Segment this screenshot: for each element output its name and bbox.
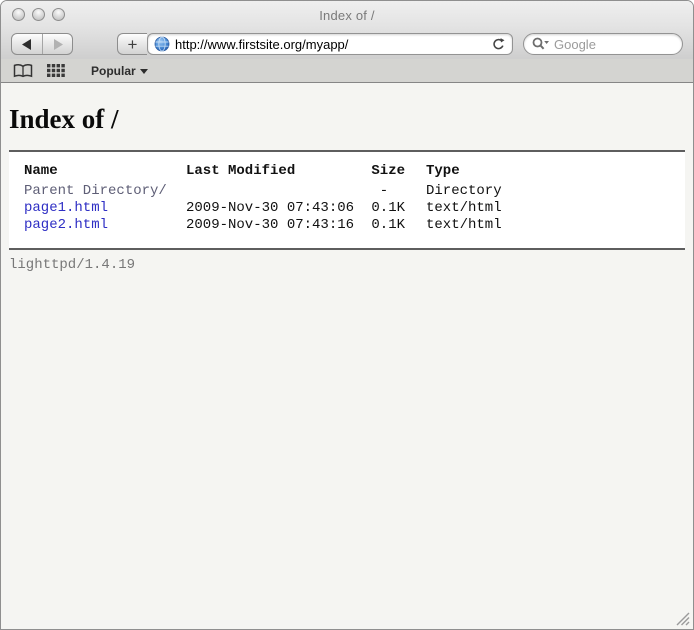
page-title: Index of / [9,104,685,135]
browser-window: Index of / + [0,0,694,630]
globe-favicon [154,36,170,52]
table-row: Parent Directory/ - Directory [24,183,502,200]
bookmarks-bar: Popular [1,59,693,83]
window-title: Index of / [319,8,374,23]
directory-table: Name Last Modified Size Type Parent Dire… [24,163,502,234]
address-bar[interactable]: http://www.firstsite.org/myapp/ [147,33,513,55]
cell-type: text/html [405,200,502,217]
server-version-text: lighttpd/1.4.19 [9,257,685,273]
file-link-page1[interactable]: page1.html [24,200,108,216]
search-placeholder: Google [554,37,596,52]
forward-button[interactable] [42,34,72,54]
toolbar: + http://www.firstsite.org/myapp/ [1,29,693,59]
file-link-page2[interactable]: page2.html [24,217,108,233]
browser-chrome: Index of / + [1,1,693,59]
close-window-button[interactable] [12,8,25,21]
cell-modified [186,183,358,200]
chevron-down-icon [140,69,148,74]
navigation-buttons [11,33,73,55]
cell-size: 0.1K [358,217,405,234]
plus-icon: + [128,36,138,53]
search-field[interactable]: Google [523,33,683,55]
top-sites-button[interactable] [47,64,65,78]
directory-listing: Name Last Modified Size Type Parent Dire… [9,150,685,250]
grid-icon [47,64,65,78]
column-header-modified: Last Modified [186,163,358,183]
column-header-size: Size [358,163,405,183]
open-book-icon [13,63,33,78]
resize-grip[interactable] [675,611,690,626]
cell-size: 0.1K [358,200,405,217]
parent-directory-link[interactable]: Parent Directory/ [24,183,167,199]
web-page-content: Index of / Name Last Modified Size Type … [1,83,693,630]
back-arrow-icon [22,39,32,50]
cell-modified: 2009-Nov-30 07:43:06 [186,200,358,217]
bookmarks-menu-popular[interactable]: Popular [91,64,148,78]
popular-menu-label: Popular [91,64,136,78]
table-row: page1.html 2009-Nov-30 07:43:06 0.1K tex… [24,200,502,217]
reload-icon[interactable] [491,37,506,52]
search-icon[interactable] [532,37,549,51]
cell-modified: 2009-Nov-30 07:43:16 [186,217,358,234]
column-header-type: Type [405,163,502,183]
forward-arrow-icon [53,39,63,50]
back-button[interactable] [12,34,42,54]
url-text[interactable]: http://www.firstsite.org/myapp/ [175,37,491,52]
traffic-lights [12,8,65,21]
zoom-window-button[interactable] [52,8,65,21]
show-bookmarks-button[interactable] [13,63,33,78]
cell-size: - [358,183,405,200]
minimize-window-button[interactable] [32,8,45,21]
cell-type: Directory [405,183,502,200]
column-header-name: Name [24,163,186,183]
table-row: page2.html 2009-Nov-30 07:43:16 0.1K tex… [24,217,502,234]
new-tab-button[interactable]: + [117,33,147,55]
titlebar[interactable]: Index of / [1,1,693,29]
table-header-row: Name Last Modified Size Type [24,163,502,183]
cell-type: text/html [405,217,502,234]
